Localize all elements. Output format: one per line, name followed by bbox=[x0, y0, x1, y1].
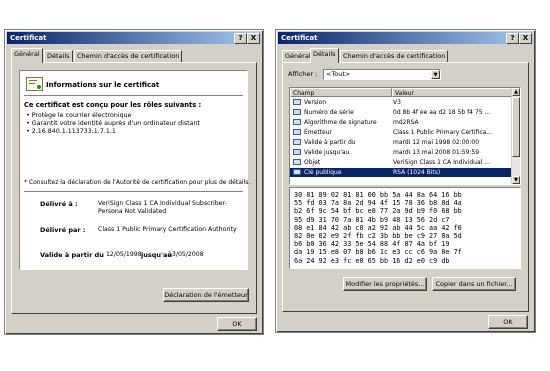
field-icon bbox=[293, 139, 301, 145]
show-dropdown[interactable]: <Tout> ▼ bbox=[323, 69, 441, 80]
tab-general[interactable]: Général bbox=[11, 48, 43, 63]
column-header-value[interactable]: Valeur bbox=[392, 88, 512, 97]
field-icon bbox=[293, 169, 301, 175]
ca-statement-note: * Consultez la déclaration de l'Autorité… bbox=[24, 179, 251, 186]
show-dropdown-value: <Tout> bbox=[326, 70, 351, 78]
list-scrollbar[interactable]: ▲ ▼ bbox=[511, 88, 520, 184]
list-item[interactable]: Numéro de série 0d 8b 4f ee aa d2 18 5b f… bbox=[290, 108, 511, 117]
purpose-item: • Protège le courrier électronique bbox=[26, 112, 132, 119]
purpose-item: • 2.16.840.1.113733.1.7.1.1 bbox=[26, 128, 116, 135]
certificate-info-box: Informations sur le certificat Ce certif… bbox=[19, 70, 251, 270]
ok-button[interactable]: OK bbox=[217, 317, 257, 331]
scroll-up-icon[interactable]: ▲ bbox=[512, 88, 520, 96]
list-item[interactable]: Valide jusqu'au mardi 13 mai 2008 01:59:5… bbox=[290, 148, 511, 157]
tab-general[interactable]: Général bbox=[282, 50, 314, 62]
tab-details[interactable]: Détails bbox=[310, 48, 339, 63]
copy-to-file-button[interactable]: Copier dans un fichier... bbox=[432, 277, 516, 291]
tab-certification-path[interactable]: Chemin d'accès de certification bbox=[74, 50, 183, 62]
modify-properties-button[interactable]: Modifier les propriétés... bbox=[343, 277, 427, 291]
certificate-icon bbox=[26, 77, 43, 91]
valid-from-label: Valide à partir du bbox=[40, 251, 104, 259]
valid-from-value: 12/05/1998 bbox=[106, 251, 142, 258]
note-divider bbox=[24, 191, 243, 193]
field-icon bbox=[293, 109, 301, 115]
list-item[interactable]: Version V3 bbox=[290, 98, 511, 107]
issued-by-label: Délivré par : bbox=[40, 226, 86, 234]
fields-list: Champ Valeur Version V3 Numéro de série 0d… bbox=[289, 87, 521, 185]
scroll-down-icon[interactable]: ▼ bbox=[512, 176, 520, 184]
field-icon bbox=[293, 159, 301, 165]
value-hex-box[interactable]: 30 81 89 02 81 81 00 bb 5a 44 8a 64 16 b… bbox=[289, 187, 521, 269]
window-title: Certificat bbox=[10, 34, 47, 42]
chevron-down-icon[interactable]: ▼ bbox=[431, 70, 440, 79]
valid-to-value: 13/05/2008 bbox=[168, 251, 204, 258]
close-button[interactable]: X bbox=[247, 33, 260, 44]
title-bar: Certificat ? X bbox=[278, 32, 533, 44]
column-header-field[interactable]: Champ bbox=[290, 88, 392, 97]
info-heading: Informations sur le certificat bbox=[46, 81, 160, 89]
title-bar: Certificat ? X bbox=[7, 32, 261, 44]
list-item[interactable]: Émetteur Class 1 Public Primary Certifica… bbox=[290, 128, 511, 137]
issuer-statement-button[interactable]: Déclaration de l'émetteur bbox=[163, 288, 249, 302]
show-label: Afficher : bbox=[288, 70, 318, 78]
certificate-window-general: Certificat ? X Général Détails Chemin d'… bbox=[4, 29, 264, 335]
field-icon bbox=[293, 149, 301, 155]
list-item[interactable]: Valide à partir du mardi 12 mai 1998 02:0… bbox=[290, 138, 511, 147]
list-item-selected[interactable]: Clé publique RSA (1024 Bits) bbox=[290, 168, 511, 177]
purpose-heading: Ce certificat est conçu pour les rôles s… bbox=[24, 101, 202, 109]
header-divider bbox=[24, 95, 243, 97]
help-button[interactable]: ? bbox=[234, 33, 247, 44]
ok-button[interactable]: OK bbox=[488, 315, 528, 329]
issued-by-value: Class 1 Public Primary Certification Aut… bbox=[98, 226, 237, 233]
issued-to-value: VeriSign Class 1 CA Individual Subscribe… bbox=[98, 200, 227, 207]
window-title: Certificat bbox=[281, 34, 318, 42]
close-button[interactable]: X bbox=[519, 33, 532, 44]
list-item[interactable]: Objet VeriSign Class 1 CA Individual ... bbox=[290, 158, 511, 167]
general-panel: Informations sur le certificat Ce certif… bbox=[11, 62, 257, 314]
tab-certification-path[interactable]: Chemin d'accès de certification bbox=[340, 50, 449, 62]
field-icon bbox=[293, 99, 301, 105]
hex-dump: 30 81 89 02 81 81 00 bb 5a 44 8a 64 16 b… bbox=[294, 191, 462, 265]
field-icon bbox=[293, 129, 301, 135]
purpose-item: • Garantit votre identité auprès d'un or… bbox=[26, 120, 200, 127]
list-item[interactable]: Algorithme de signature md2RSA bbox=[290, 118, 511, 127]
issued-to-label: Délivré à : bbox=[40, 200, 78, 208]
issued-to-value-line2: Persona Not Validated bbox=[98, 208, 167, 215]
help-button[interactable]: ? bbox=[506, 33, 519, 44]
details-panel: Afficher : <Tout> ▼ Champ Valeur Version… bbox=[282, 62, 529, 312]
certificate-window-details: Certificat ? X Général Détails Chemin d'… bbox=[275, 29, 536, 333]
field-icon bbox=[293, 119, 301, 125]
tab-details[interactable]: Détails bbox=[44, 50, 73, 62]
scroll-thumb[interactable] bbox=[512, 97, 520, 157]
